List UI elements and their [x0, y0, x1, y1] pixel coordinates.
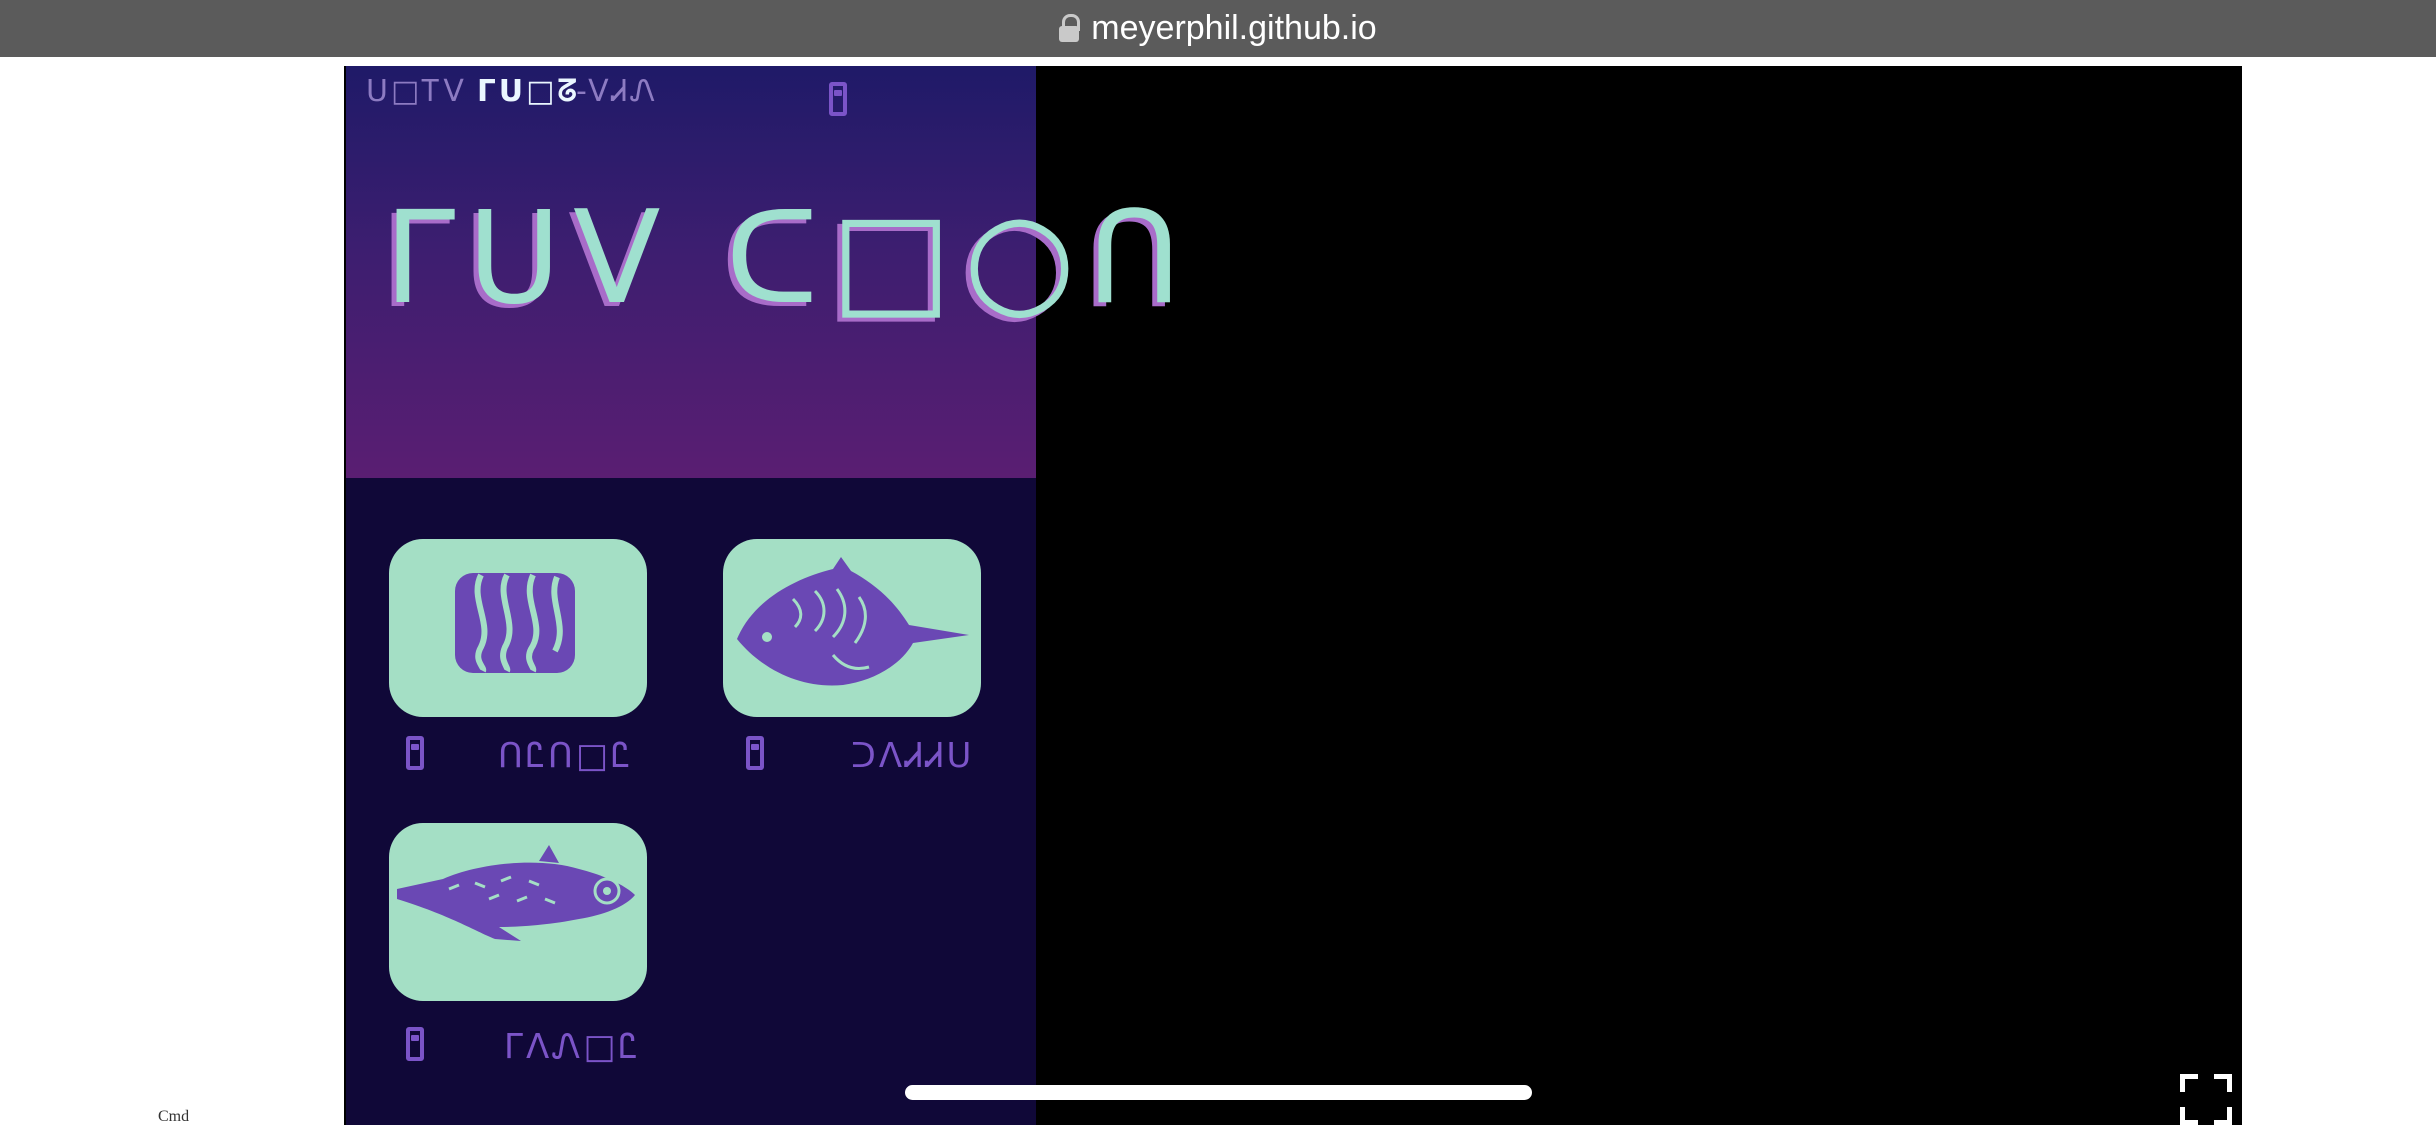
- home-indicator-bar[interactable]: [905, 1085, 1532, 1100]
- game-side-panel: ᑌ□ᎢV ᒥᑌ□ᘔ -VᏗᏁ ᒥᑌV ᑕ□○ᑎ ᑎᏝᑎ□Ꮭ ᑐᐱᏗᏗᑌ ᒥᐱᏁ□…: [346, 66, 1181, 1125]
- stray-footer-text: Cmd: [158, 1108, 190, 1125]
- wavy-block-icon: [455, 573, 575, 673]
- title-banner: ᑌ□ᎢV ᒥᑌ□ᘔ -VᏗᏁ ᒥᑌV ᑕ□○ᑎ: [346, 66, 1181, 478]
- game-title: ᒥᑌV ᑕ□○ᑎ: [384, 184, 1193, 333]
- item-card-spiny-fish[interactable]: [723, 539, 981, 717]
- tab-0[interactable]: ᑌ□ᎢV: [366, 74, 467, 109]
- item-label: ᑐᐱᏗᏗᑌ: [851, 736, 975, 776]
- spiny-fish-icon: [737, 557, 969, 686]
- url-text: meyerphil.github.io: [1091, 9, 1377, 47]
- lock-icon: [1059, 13, 1081, 42]
- item-label: ᒥᐱᏁ□Ꮭ: [504, 1027, 641, 1067]
- long-fish-icon: [397, 845, 635, 941]
- tab-2[interactable]: -VᏗᏁ: [576, 74, 658, 109]
- fullscreen-icon[interactable]: [2180, 1074, 2232, 1125]
- game-canvas[interactable]: ᑌ□ᎢV ᒥᑌ□ᘔ -VᏗᏁ ᒥᑌV ᑕ□○ᑎ ᑎᏝᑎ□Ꮭ ᑐᐱᏗᏗᑌ ᒥᐱᏁ□…: [344, 66, 2242, 1125]
- browser-address-bar[interactable]: meyerphil.github.io: [0, 0, 2436, 57]
- item-card-long-fish[interactable]: [389, 823, 647, 1001]
- item-card-wavy-block[interactable]: [389, 539, 647, 717]
- item-label: ᑎᏝᑎ□Ꮭ: [498, 736, 634, 776]
- tab-1-active[interactable]: ᒥᑌ□ᘔ: [477, 74, 580, 109]
